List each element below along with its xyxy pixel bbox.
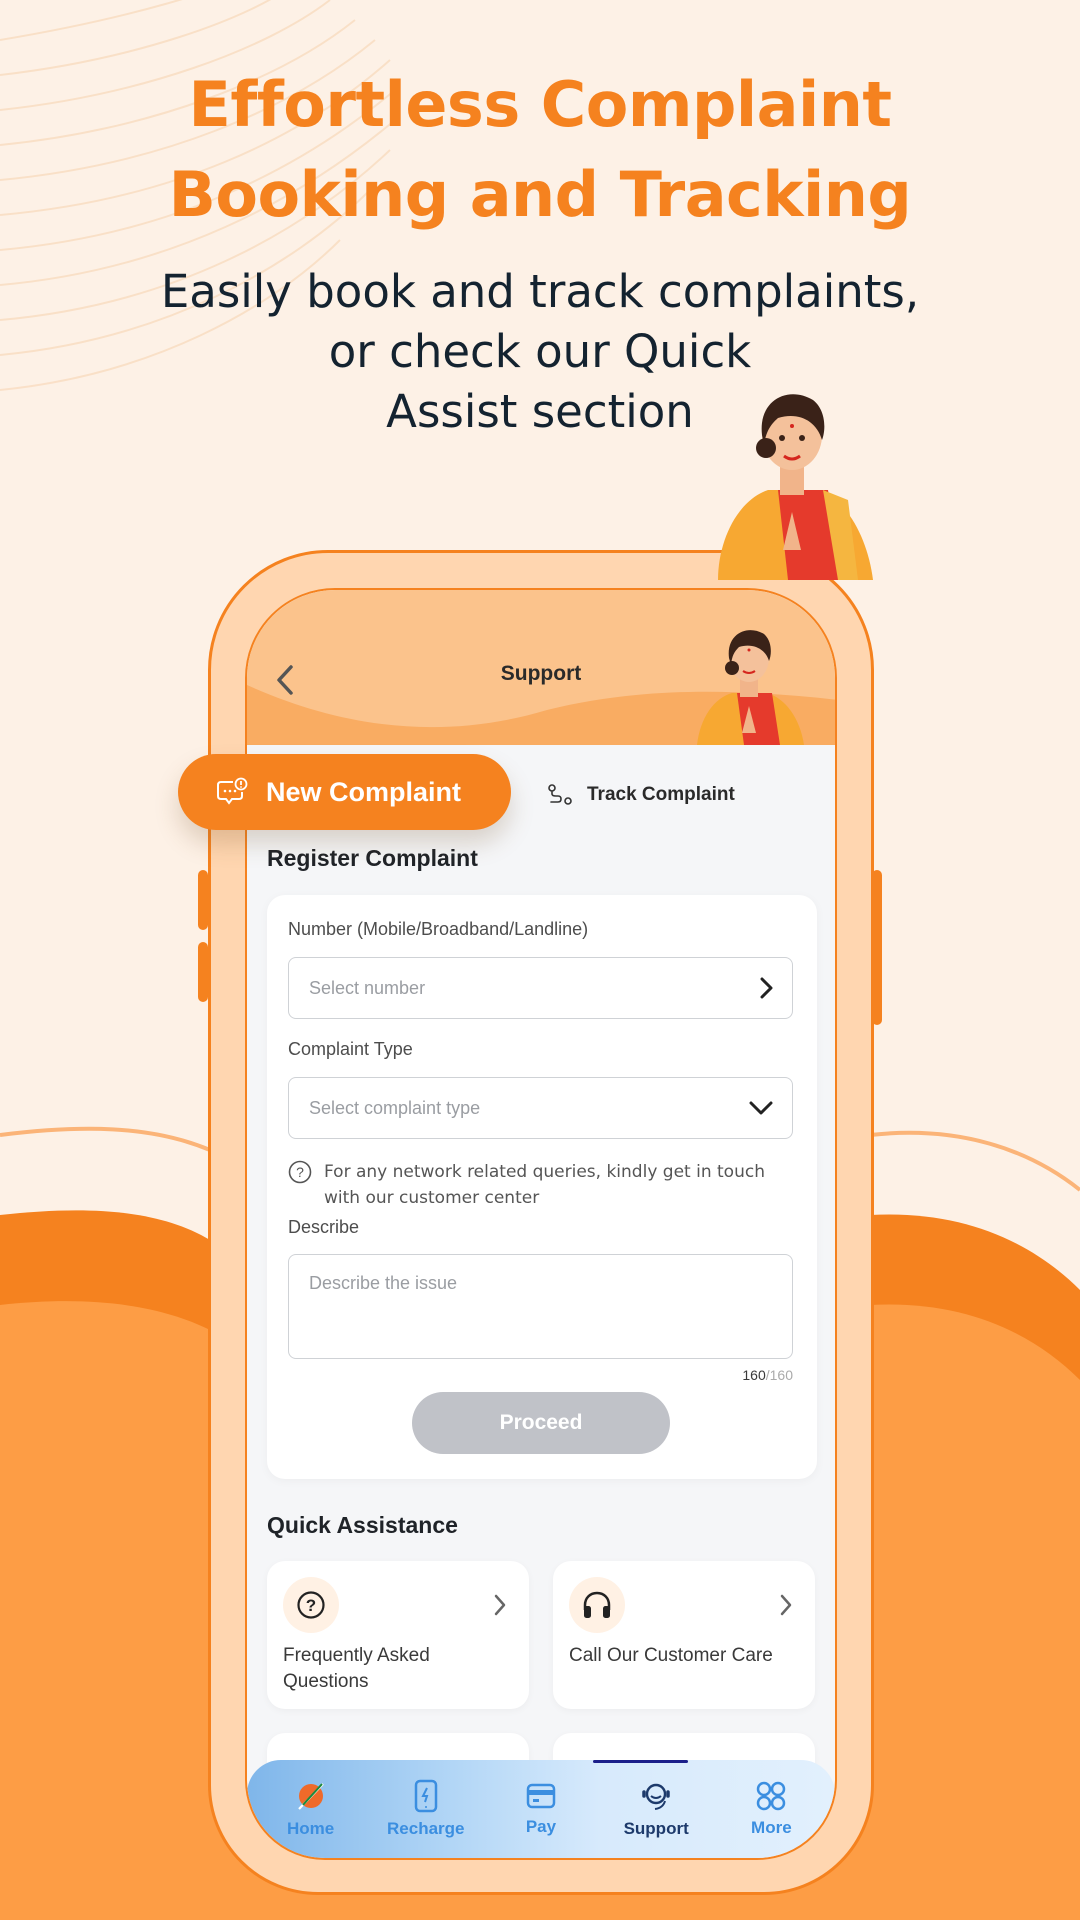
- customer-care-card[interactable]: Call Our Customer Care: [553, 1561, 815, 1709]
- headphones-icon: [583, 1591, 611, 1618]
- nav-home[interactable]: Home: [256, 1779, 366, 1839]
- mascot-small-illustration: [697, 630, 804, 745]
- help-text: For any network related queries, kindly …: [324, 1162, 765, 1208]
- proceed-button[interactable]: Proceed: [412, 1392, 670, 1454]
- hero-subtitle-line-2: or check our Quick: [328, 325, 752, 378]
- nav-recharge-label: Recharge: [387, 1819, 465, 1838]
- phone-bolt-icon: [414, 1779, 438, 1813]
- question-circle-icon: ?: [288, 1160, 312, 1184]
- chevron-right-icon: [780, 1594, 792, 1616]
- register-complaint-title: Register Complaint: [267, 845, 478, 871]
- chevron-right-icon: [494, 1594, 506, 1616]
- describe-label: Describe: [288, 1217, 360, 1237]
- question-circle-icon: ?: [297, 1591, 325, 1619]
- nav-pay[interactable]: Pay: [486, 1781, 596, 1837]
- counter-current: 160: [742, 1367, 766, 1383]
- route-icon: [548, 784, 572, 805]
- number-label: Number (Mobile/Broadband/Landline): [288, 919, 589, 939]
- tab-track-complaint[interactable]: Track Complaint: [547, 783, 735, 807]
- nav-recharge[interactable]: Recharge: [371, 1779, 481, 1839]
- character-counter: 160/160: [742, 1367, 793, 1383]
- hero-title-line-2: Booking and Tracking: [168, 158, 912, 231]
- complaint-type-placeholder: Select complaint type: [309, 1097, 481, 1118]
- volume-up-button: [198, 870, 208, 930]
- complaint-type-dropdown[interactable]: Select complaint type: [288, 1077, 793, 1139]
- track-complaint-label: Track Complaint: [587, 784, 735, 805]
- chevron-down-icon: [749, 1101, 773, 1115]
- headset-icon: [642, 1783, 670, 1810]
- chat-alert-icon: [217, 777, 248, 805]
- select-number-placeholder: Select number: [309, 977, 426, 998]
- nav-more-label: More: [751, 1818, 792, 1837]
- svg-text:?: ?: [306, 1596, 316, 1615]
- hero-subtitle-line-1: Easily book and track complaints,: [160, 265, 920, 318]
- faq-label: Frequently Asked Questions: [283, 1645, 430, 1692]
- volume-down-button: [198, 942, 208, 1002]
- quick-assistance-title: Quick Assistance: [267, 1512, 458, 1538]
- faq-card[interactable]: ? Frequently Asked Questions: [267, 1561, 529, 1709]
- describe-issue-input[interactable]: [288, 1254, 793, 1359]
- counter-max: /160: [765, 1367, 793, 1383]
- svg-text:?: ?: [296, 1164, 304, 1180]
- mascot-illustration: [718, 394, 873, 580]
- faq-icon-wrap: ?: [283, 1577, 339, 1633]
- app-header: Support: [247, 590, 835, 745]
- bottom-navigation: Home Recharge Pay Support More: [247, 1760, 835, 1858]
- new-complaint-label: New Complaint: [266, 776, 462, 807]
- hero-title: Effortless Complaint Booking and Trackin…: [0, 60, 1080, 240]
- nav-home-label: Home: [286, 1819, 335, 1838]
- card-icon: [526, 1783, 556, 1809]
- select-number-field[interactable]: Select number: [288, 957, 793, 1019]
- help-note: ? For any network related queries, kindl…: [288, 1159, 793, 1211]
- chevron-right-icon: [760, 977, 773, 999]
- nav-pay-label: Pay: [525, 1817, 557, 1836]
- grid-circles-icon: [757, 1781, 786, 1811]
- hero-subtitle: Easily book and track complaints, or che…: [0, 262, 1080, 442]
- hero-title-line-1: Effortless Complaint: [188, 68, 893, 141]
- customer-care-label: Call Our Customer Care: [569, 1645, 773, 1666]
- active-tab-indicator: [593, 1760, 688, 1763]
- hero-subtitle-line-3: Assist section: [386, 385, 694, 438]
- customer-care-icon-wrap: [569, 1577, 625, 1633]
- register-complaint-form: Number (Mobile/Broadband/Landline) Selec…: [267, 895, 817, 1479]
- nav-support-label: Support: [623, 1819, 689, 1838]
- nav-support[interactable]: Support: [601, 1779, 711, 1839]
- home-logo-icon: [297, 1783, 324, 1810]
- tab-new-complaint[interactable]: New Complaint: [178, 754, 511, 830]
- nav-more[interactable]: More: [716, 1780, 826, 1838]
- complaint-type-label: Complaint Type: [288, 1039, 413, 1059]
